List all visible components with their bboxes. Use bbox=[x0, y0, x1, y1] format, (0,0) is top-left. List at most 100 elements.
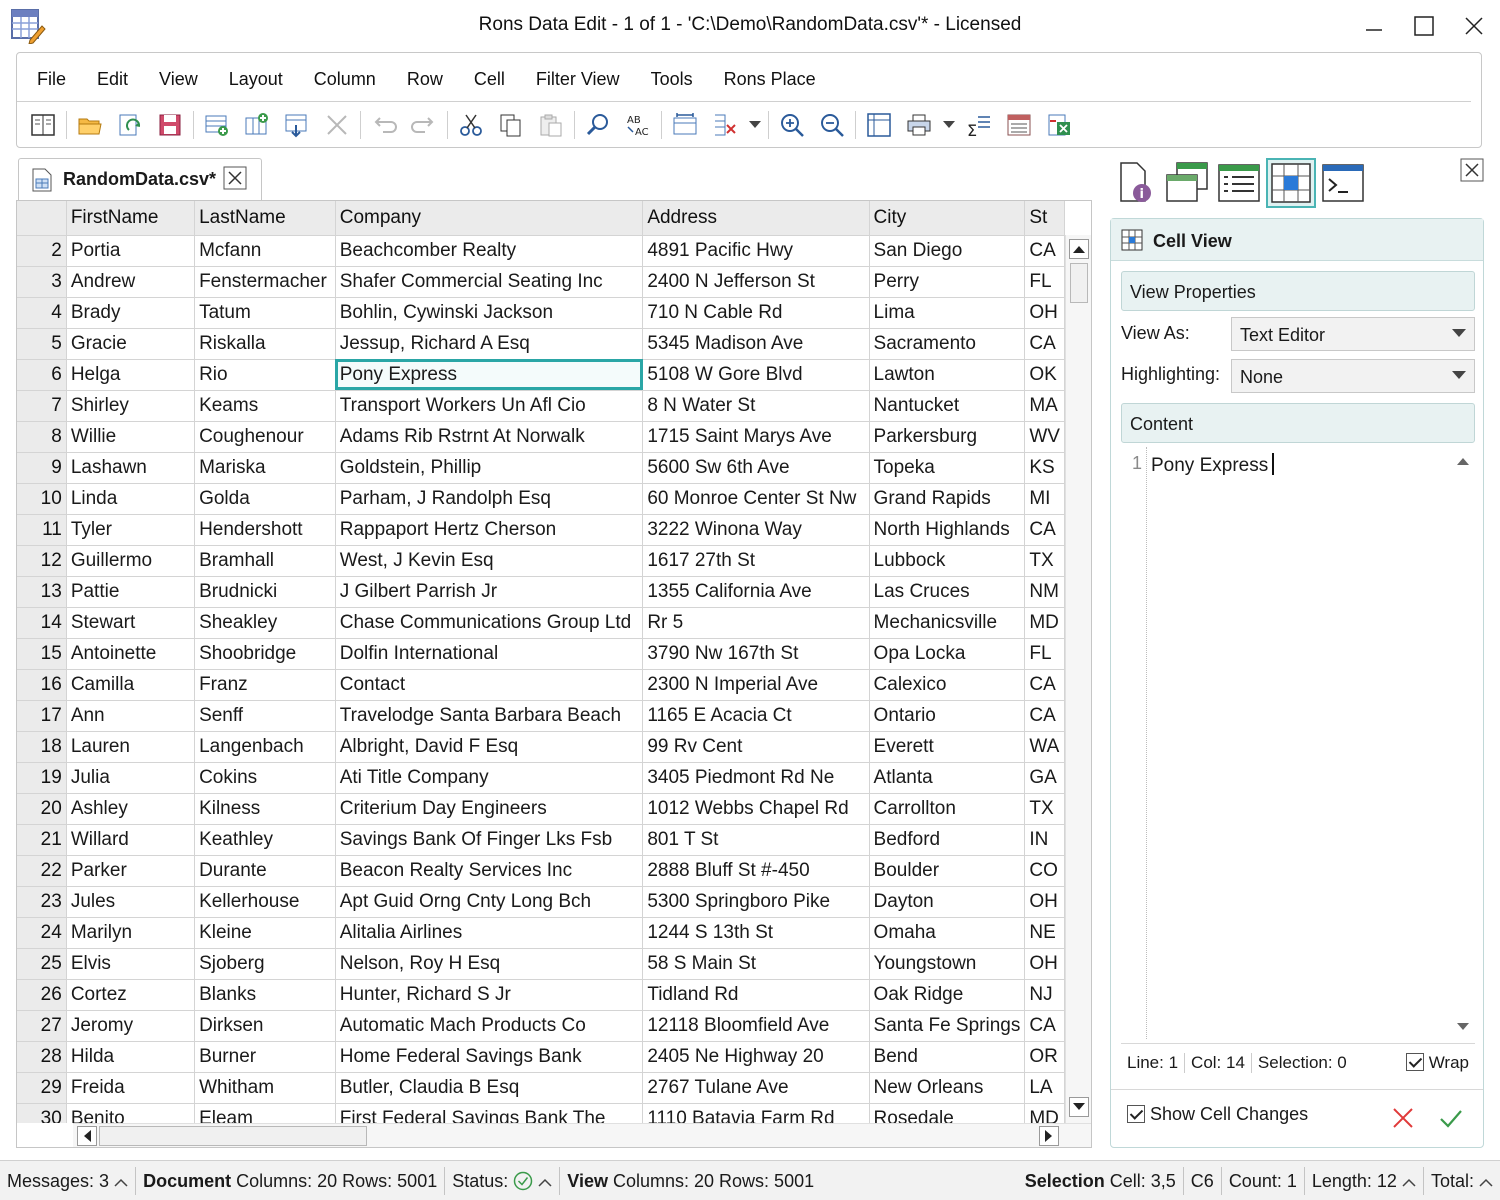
column-header-firstname[interactable]: FirstName bbox=[66, 201, 196, 236]
grid-cell[interactable]: Criterium Day Engineers bbox=[335, 793, 644, 825]
menu-edit[interactable]: Edit bbox=[85, 69, 140, 90]
grid-cell[interactable]: Tidland Rd bbox=[642, 979, 870, 1011]
grid-cell[interactable]: 1617 27th St bbox=[642, 545, 870, 577]
view-properties-header[interactable]: View Properties bbox=[1121, 271, 1475, 311]
grid-cell[interactable]: Lubbock bbox=[869, 545, 1026, 577]
print-button[interactable] bbox=[899, 107, 939, 143]
column-width-button[interactable] bbox=[665, 107, 705, 143]
grid-cell[interactable]: West, J Kevin Esq bbox=[335, 545, 644, 577]
grid-cell[interactable]: Hilda bbox=[66, 1041, 196, 1073]
messages-status[interactable]: Messages: 3 bbox=[0, 1166, 137, 1195]
menu-tools[interactable]: Tools bbox=[639, 69, 705, 90]
selection-total[interactable]: Total: bbox=[1424, 1167, 1500, 1195]
cell-view-panel-button[interactable] bbox=[1266, 158, 1316, 208]
row-number[interactable]: 6 bbox=[17, 359, 67, 391]
grid-cell[interactable]: Marilyn bbox=[66, 917, 196, 949]
grid-cell[interactable]: Chase Communications Group Ltd bbox=[335, 607, 644, 639]
list-view-button[interactable] bbox=[999, 107, 1039, 143]
row-number[interactable]: 22 bbox=[17, 855, 67, 887]
menu-column[interactable]: Column bbox=[302, 69, 388, 90]
grid-cell[interactable]: Sjoberg bbox=[194, 948, 336, 980]
vertical-scroll-thumb[interactable] bbox=[1070, 263, 1088, 303]
grid-cell[interactable]: NM bbox=[1024, 576, 1065, 608]
clear-filter-button[interactable] bbox=[705, 107, 745, 143]
grid-cell[interactable]: Elvis bbox=[66, 948, 196, 980]
horizontal-scroll-thumb[interactable] bbox=[99, 1126, 367, 1146]
grid-cell[interactable]: KS bbox=[1024, 452, 1065, 484]
grid-cell[interactable]: 1165 E Acacia Ct bbox=[642, 700, 870, 732]
grid-cell[interactable]: J Gilbert Parrish Jr bbox=[335, 576, 644, 608]
grid-cell[interactable]: Jeromy bbox=[66, 1010, 196, 1042]
grid-cell[interactable]: Home Federal Savings Bank bbox=[335, 1041, 644, 1073]
grid-cell[interactable]: Burner bbox=[194, 1041, 336, 1073]
grid-cell[interactable]: 1110 Batavia Farm Rd bbox=[642, 1103, 870, 1123]
document-tab[interactable]: RandomData.csv* bbox=[18, 158, 262, 200]
grid-cell[interactable]: 60 Monroe Center St Nw bbox=[642, 483, 870, 515]
row-number[interactable]: 30 bbox=[17, 1103, 67, 1123]
grid-cell[interactable]: Linda bbox=[66, 483, 196, 515]
scroll-down-button[interactable] bbox=[1069, 1097, 1089, 1117]
grid-cell[interactable]: Brudnicki bbox=[194, 576, 336, 608]
grid-cell[interactable]: Alitalia Airlines bbox=[335, 917, 644, 949]
grid-cell[interactable]: Kilness bbox=[194, 793, 336, 825]
grid-cell[interactable]: Ashley bbox=[66, 793, 196, 825]
grid-cell[interactable]: Coughenour bbox=[194, 421, 336, 453]
menu-layout[interactable]: Layout bbox=[217, 69, 295, 90]
grid-cell[interactable]: Adams Rib Rstrnt At Norwalk bbox=[335, 421, 644, 453]
terminal-panel-button[interactable] bbox=[1318, 158, 1368, 208]
menu-cell[interactable]: Cell bbox=[462, 69, 517, 90]
grid-cell[interactable]: OH bbox=[1024, 948, 1065, 980]
grid-cell[interactable]: LA bbox=[1024, 1072, 1065, 1104]
grid-cell[interactable]: Mariska bbox=[194, 452, 336, 484]
scroll-up-button[interactable] bbox=[1069, 239, 1089, 259]
grid-cell[interactable]: IN bbox=[1024, 824, 1065, 856]
grid-cell[interactable]: Golda bbox=[194, 483, 336, 515]
grid-cell[interactable]: Shoobridge bbox=[194, 638, 336, 670]
row-number[interactable]: 16 bbox=[17, 669, 67, 701]
wrap-checkbox[interactable] bbox=[1405, 1052, 1424, 1071]
replace-button[interactable]: AB AC bbox=[618, 107, 658, 143]
status-indicator[interactable]: Status: bbox=[445, 1166, 561, 1195]
zoom-in-button[interactable] bbox=[772, 107, 812, 143]
grid-cell[interactable]: 710 N Cable Rd bbox=[642, 297, 870, 329]
grid-cell[interactable]: Bohlin, Cywinski Jackson bbox=[335, 297, 644, 329]
grid-cell[interactable]: 8 N Water St bbox=[642, 390, 870, 422]
grid-cell[interactable]: Willie bbox=[66, 421, 196, 453]
grid-cell[interactable]: Transport Workers Un Afl Cio bbox=[335, 390, 644, 422]
grid-cell[interactable]: Beachcomber Realty bbox=[335, 235, 644, 267]
grid-cell[interactable]: Dolfin International bbox=[335, 638, 644, 670]
grid-cell[interactable]: Rr 5 bbox=[642, 607, 870, 639]
grid-cell[interactable]: Julia bbox=[66, 762, 196, 794]
grid-cell[interactable]: Apt Guid Orng Cnty Long Bch bbox=[335, 886, 644, 918]
grid-cell[interactable]: Parkersburg bbox=[869, 421, 1026, 453]
grid-cell[interactable]: Cortez bbox=[66, 979, 196, 1011]
row-number[interactable]: 3 bbox=[17, 266, 67, 298]
grid-cell[interactable]: FL bbox=[1024, 266, 1065, 298]
grid-cell[interactable]: 5300 Springboro Pike bbox=[642, 886, 870, 918]
menu-rons-place[interactable]: Rons Place bbox=[712, 69, 828, 90]
menu-file[interactable]: File bbox=[25, 69, 78, 90]
grid-cell[interactable]: Andrew bbox=[66, 266, 196, 298]
grid-cell[interactable]: Calexico bbox=[869, 669, 1026, 701]
grid-cell[interactable]: Pattie bbox=[66, 576, 196, 608]
grid-cell[interactable]: CO bbox=[1024, 855, 1065, 887]
grid-cell[interactable]: Ann bbox=[66, 700, 196, 732]
scroll-down-icon[interactable] bbox=[1457, 1023, 1469, 1031]
filter-dropdown-button[interactable] bbox=[745, 107, 765, 143]
row-number[interactable]: 28 bbox=[17, 1041, 67, 1073]
content-header[interactable]: Content bbox=[1121, 403, 1475, 443]
grid-cell[interactable]: WV bbox=[1024, 421, 1065, 453]
windows-panel-button[interactable] bbox=[1162, 158, 1212, 208]
grid-cell[interactable]: New Orleans bbox=[869, 1072, 1026, 1104]
grid-cell[interactable]: 2400 N Jefferson St bbox=[642, 266, 870, 298]
grid-cell[interactable]: Bramhall bbox=[194, 545, 336, 577]
grid-cell[interactable]: Benito bbox=[66, 1103, 196, 1123]
grid-cell[interactable]: OH bbox=[1024, 886, 1065, 918]
grid-cell[interactable]: Rappaport Hertz Cherson bbox=[335, 514, 644, 546]
row-number[interactable]: 14 bbox=[17, 607, 67, 639]
layout-button[interactable] bbox=[859, 107, 899, 143]
grid-cell[interactable]: Kleine bbox=[194, 917, 336, 949]
grid-cell[interactable]: Tatum bbox=[194, 297, 336, 329]
grid-cell[interactable]: Boulder bbox=[869, 855, 1026, 887]
grid-cell[interactable]: Dirksen bbox=[194, 1010, 336, 1042]
